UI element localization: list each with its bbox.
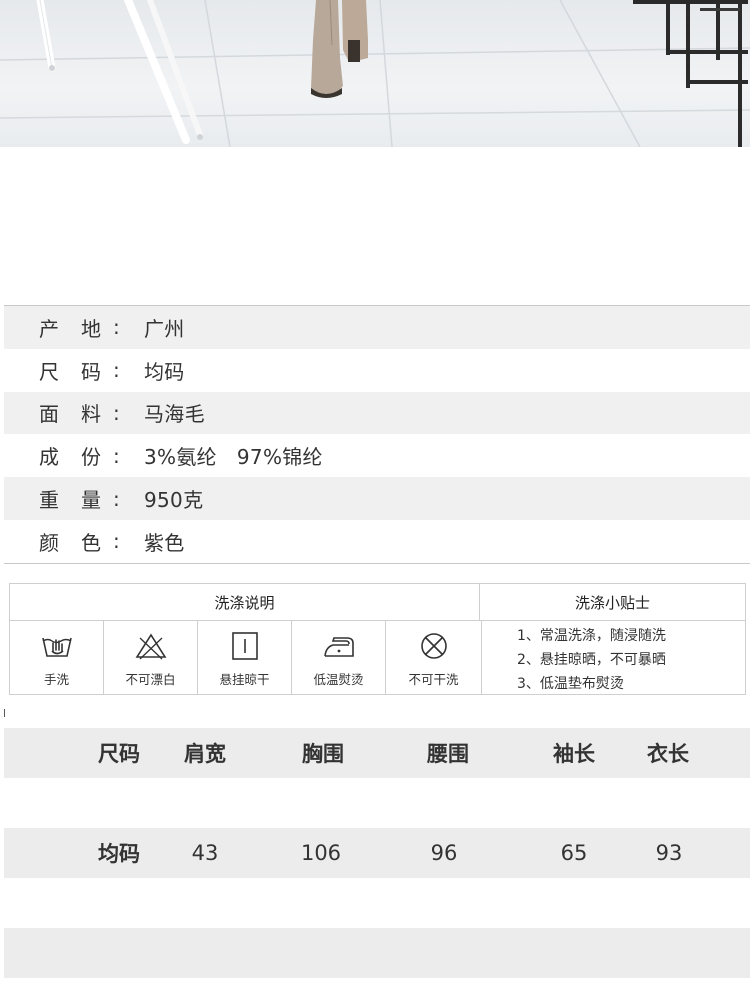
info-label-char1: 重 [39,488,59,513]
care-item-low-iron: 低温熨烫 [292,621,386,695]
care-tip: 1、常温洗涤，随浸随洗 [517,628,666,644]
size-header-cell: 衣长 [647,742,689,766]
care-item-hand-wash: 手洗 [10,621,104,695]
info-colon: : [113,400,120,425]
size-header-cell: 胸围 [302,742,344,766]
size-chart-data-row: 均码 43 106 96 65 93 [4,828,750,878]
no-bleach-icon [135,633,166,660]
care-item-no-bleach: 不可漂白 [104,621,198,695]
care-item-hang-dry: 悬挂晾干 [198,621,292,695]
care-label: 不可漂白 [125,672,176,687]
care-label: 不可干洗 [408,672,459,687]
product-info-table: 产 地 : 广州 尺 码 : 均码 面 料 : 马海毛 成 份 : 3%氨纶 9… [4,305,750,564]
size-header-cell: 肩宽 [184,742,226,766]
size-cell: 65 [560,841,588,865]
info-value: 广州 [144,316,185,341]
care-instructions-table: 洗涤说明 洗涤小贴士 手洗 不可漂白 悬挂晾干 低温熨烫 不可干洗 1、常温洗涤… [9,583,746,695]
care-tips-title: 洗涤小贴士 [574,593,650,612]
size-header-cell: 袖长 [553,742,595,766]
info-label-char2: 地 [81,316,101,341]
low-iron-icon [323,637,354,657]
hang-dry-icon [231,632,258,660]
info-label-char2: 色 [81,530,101,555]
info-value: 紫色 [144,530,185,555]
info-label-char1: 成 [39,445,59,470]
size-chart-spacer-row [4,778,750,828]
size-header-cell: 腰围 [427,742,469,766]
care-item-no-dry-clean: 不可干洗 [386,621,482,695]
info-label-char1: 尺 [39,359,59,384]
info-value: 3%氨纶 97%锦纶 [144,445,323,470]
info-row-origin: 产 地 : 广州 [4,306,750,349]
size-cell: 均码 [98,842,140,866]
care-label: 悬挂晾干 [219,672,270,687]
care-label: 手洗 [43,672,69,687]
info-row-composition: 成 份 : 3%氨纶 97%锦纶 [4,434,750,477]
care-tip: 3、低温垫布熨烫 [517,676,624,692]
no-dry-clean-icon [420,633,447,659]
info-colon: : [113,529,120,554]
size-cell: 43 [191,841,219,865]
size-header-cell: 尺码 [98,742,140,766]
info-colon: : [113,443,120,468]
info-label-char2: 份 [81,445,101,470]
product-photo [0,0,750,147]
info-label-char1: 面 [39,402,59,427]
info-row-weight: 重 量 : 950克 [4,477,750,520]
size-chart-header-row: 尺码 肩宽 胸围 腰围 袖长 衣长 [4,728,750,778]
size-cell: 96 [430,841,458,865]
info-colon: : [113,486,120,511]
info-label-char2: 量 [81,488,101,513]
photo-illustration [0,0,750,147]
info-row-size: 尺 码 : 均码 [4,349,750,392]
size-cell: 93 [655,841,683,865]
info-row-fabric: 面 料 : 马海毛 [4,391,750,435]
info-label-char2: 料 [81,402,101,427]
info-colon: : [113,358,120,383]
info-label-char2: 码 [81,359,101,384]
care-title: 洗涤说明 [10,584,480,620]
care-tips-list: 1、常温洗涤，随浸随洗 2、悬挂晾晒，不可暴晒 3、低温垫布熨烫 [482,621,745,695]
info-colon: : [113,315,120,340]
size-cell: 106 [300,841,342,865]
info-label-char1: 产 [39,316,59,341]
divider-mark [4,709,5,717]
info-row-color: 颜 色 : 紫色 [4,520,750,563]
size-chart-empty-row [4,928,750,978]
care-tip: 2、悬挂晾晒，不可暴晒 [517,652,666,668]
care-label: 低温熨烫 [313,672,364,687]
info-value: 均码 [144,359,185,384]
info-value: 950克 [144,488,204,513]
size-chart: 尺码 肩宽 胸围 腰围 袖长 衣长 均码 43 106 96 65 93 [4,728,750,978]
size-chart-spacer-row [4,878,750,928]
info-label-char1: 颜 [39,530,59,555]
hand-wash-icon [41,637,72,657]
info-value: 马海毛 [144,402,205,427]
